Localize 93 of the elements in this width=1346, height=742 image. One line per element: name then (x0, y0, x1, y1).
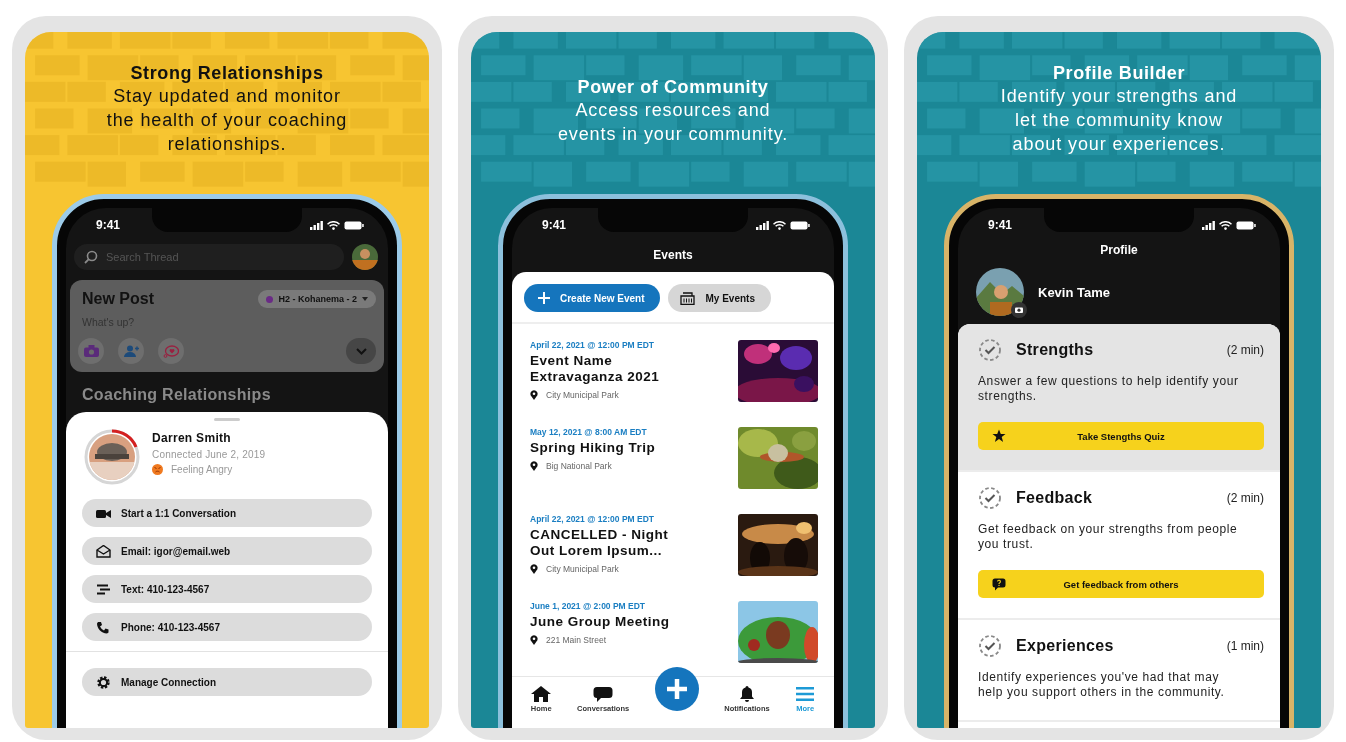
profile-name: Kevin Tame (1038, 284, 1110, 300)
panel-subtitle: Access resources and events in your community. (556, 99, 790, 146)
signal-icon (1202, 220, 1215, 230)
dashed-check-icon (978, 338, 1002, 362)
phone-action-button[interactable]: Phone: 410-123-4567 (82, 613, 372, 641)
section-description: Get feedback on your strengths from people you trust. (978, 522, 1239, 552)
section-title: Strengths (1016, 341, 1094, 359)
location-pin-icon (530, 461, 538, 471)
battery-icon (344, 220, 364, 230)
event-location: City Municipal Park (546, 564, 619, 574)
status-time: 9:41 (96, 218, 121, 232)
duration-label: (2 min) (1226, 491, 1264, 505)
star-icon (992, 429, 1006, 443)
event-date: April 22, 2021 @ 12:00 PM EDT (530, 514, 656, 524)
section-card[interactable]: Strengths (2 min) Answer a few questions to help identify your strengths. Take Stengths Quiz (958, 324, 1280, 472)
event-title[interactable]: Event Name Extravaganza 2021 (530, 353, 692, 385)
contact-name: Darren Smith (152, 431, 232, 445)
envelope-icon (96, 544, 111, 558)
manage-connection-button[interactable]: Manage Connection (82, 668, 372, 696)
question-bubble-icon (992, 577, 1006, 591)
event-location: Big National Park (546, 461, 612, 471)
wifi-icon (773, 220, 786, 230)
menu-icon (795, 686, 816, 702)
panel-title: Strong Relationships (129, 62, 325, 84)
section-heading: Coaching Relationships (81, 385, 272, 405)
dashed-check-icon (978, 486, 1002, 510)
status-time: 9:41 (542, 218, 567, 232)
event-title[interactable]: Spring Hiking Trip (530, 440, 692, 456)
building-icon (680, 291, 696, 305)
text-lines-icon (96, 582, 111, 596)
card-title: New Post (82, 290, 154, 308)
duration-label: (1 min) (1226, 639, 1264, 653)
video-action-button[interactable]: Start a 1:1 Conversation (82, 499, 372, 527)
email-action-button[interactable]: Email: igor@email.web (82, 537, 372, 565)
home-icon (531, 686, 552, 702)
dropdown-label: H2 - Kohanema - 2 (278, 294, 357, 304)
panel-subtitle: Stay updated and monitor the health of your coaching relationships. (105, 85, 349, 156)
camera-badge-icon (1011, 302, 1027, 318)
dashed-check-icon (978, 634, 1002, 658)
caret-icon (362, 297, 368, 301)
panel-title: Profile Builder (1052, 62, 1186, 84)
screen-title: Profile (1099, 242, 1139, 259)
event-date: June 1, 2021 @ 2:00 PM EDT (530, 601, 647, 611)
heart-bubble-icon (163, 344, 179, 358)
wifi-icon (327, 220, 340, 230)
location-pin-icon (530, 390, 538, 400)
location-pin-icon (530, 564, 538, 574)
event-title[interactable]: June Group Meeting (530, 614, 692, 630)
status-time: 9:41 (988, 218, 1013, 232)
my-events-button[interactable]: My Events (668, 284, 771, 312)
camera-icon (83, 345, 99, 357)
mood-label: Feeling Angry (171, 464, 233, 475)
section-title: Experiences (1016, 637, 1114, 655)
battery-icon (790, 220, 810, 230)
signal-icon (310, 220, 323, 230)
connected-date: Connected June 2, 2019 (152, 449, 266, 460)
drag-handle[interactable] (214, 418, 240, 421)
duration-label: (2 min) (1226, 343, 1264, 357)
battery-icon (1236, 220, 1256, 230)
add-person-button[interactable] (118, 338, 144, 364)
status-dot-icon (266, 295, 274, 303)
angry-emoji-icon (152, 464, 163, 475)
event-date: May 12, 2021 @ 8:00 AM EDT (530, 427, 648, 437)
event-title[interactable]: CANCELLED - Night Out Lorem Ipsum... (530, 527, 692, 559)
plus-icon (538, 292, 550, 304)
text-action-button[interactable]: Text: 410-123-4567 (82, 575, 372, 603)
event-location: City Municipal Park (546, 390, 619, 400)
expand-button[interactable] (346, 338, 376, 364)
question-action-button[interactable]: Get feedback from others (978, 570, 1264, 598)
event-location: 221 Main Street (546, 635, 606, 645)
group-dropdown[interactable]: H2 - Kohanema - 2 (258, 290, 376, 308)
section-description: Identify experiences you've had that may help you support others in the community. (978, 670, 1226, 700)
wifi-icon (1219, 220, 1232, 230)
star-action-button[interactable]: Take Stengths Quiz (978, 422, 1264, 450)
event-date: April 22, 2021 @ 12:00 PM EDT (530, 340, 656, 350)
signal-icon (756, 220, 769, 230)
location-pin-icon (530, 635, 538, 645)
gear-icon (96, 674, 111, 690)
add-button[interactable] (654, 667, 699, 711)
plus-icon (665, 678, 688, 700)
heart-bubble-button[interactable] (158, 338, 184, 364)
section-description: Answer a few questions to help identify your strengths. (978, 374, 1240, 404)
panel-title: Power of Community (576, 76, 770, 98)
search-icon (84, 250, 98, 264)
camera-button[interactable] (78, 338, 104, 364)
panel-subtitle: Identify your strengths and let the community know about your experiences. (999, 85, 1239, 156)
phone-icon (96, 620, 111, 634)
section-title: Feedback (1016, 489, 1093, 507)
screen-title: Events (652, 247, 694, 264)
chat-bubble-icon (593, 686, 614, 702)
create-event-button[interactable]: Create New Event (524, 284, 661, 312)
add-person-icon (123, 345, 139, 357)
chevron-down-icon (355, 347, 367, 355)
